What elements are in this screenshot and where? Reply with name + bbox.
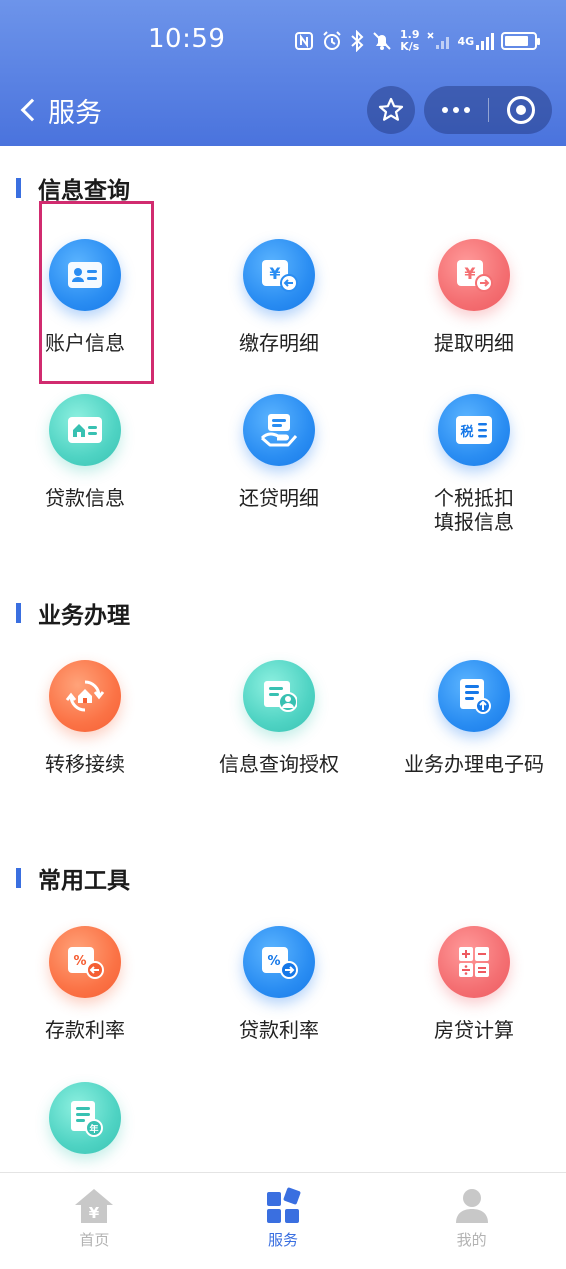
nav-bar: 服务 [0, 80, 566, 140]
miniapp-capsule [424, 86, 552, 134]
item-label: 还贷明细 [239, 486, 319, 510]
hand-repay-icon [243, 394, 315, 466]
service-item-mortgage-calculator[interactable]: 房贷计算 [379, 926, 566, 1042]
tab-mine[interactable]: 我的 [377, 1173, 566, 1269]
item-label: 提取明细 [434, 331, 514, 355]
net-speed-unit: K/s [400, 40, 420, 53]
item-label: 个税抵扣填报信息 [434, 486, 514, 534]
service-item-annual-statement[interactable]: 年 [0, 1082, 180, 1174]
percent-in-icon: % [49, 926, 121, 998]
section-accent-bar [16, 603, 21, 623]
alarm-icon [321, 30, 343, 52]
status-bar: 10:59 1.9 K/s 4G [0, 0, 566, 80]
section-title-info-query: 信息查询 [16, 172, 130, 204]
nfc-icon [294, 31, 314, 51]
highlight-box [39, 201, 154, 384]
service-item-loan-info[interactable]: 贷款信息 [0, 394, 180, 510]
item-label: 房贷计算 [434, 1018, 514, 1042]
svg-text:¥: ¥ [89, 1204, 100, 1222]
back-button[interactable]: 服务 [18, 88, 102, 132]
service-item-loan-rate[interactable]: % 贷款利率 [184, 926, 374, 1042]
section-title-business: 业务办理 [16, 597, 130, 629]
service-item-e-code[interactable]: 业务办理电子码 [379, 660, 566, 776]
home-yuan-icon: ¥ [75, 1189, 114, 1223]
svg-text:%: % [73, 954, 86, 969]
service-item-repay-detail[interactable]: 还贷明细 [184, 394, 374, 510]
mute-bell-icon [371, 30, 393, 52]
close-miniapp-button[interactable] [489, 86, 552, 134]
no-sim-signal-icon [426, 31, 451, 51]
svg-text:¥: ¥ [269, 264, 280, 283]
svg-text:%: % [267, 954, 280, 969]
authorize-user-icon [243, 660, 315, 732]
item-label: 存款利率 [45, 1018, 125, 1042]
net-speed: 1.9 K/s [400, 29, 420, 53]
cell-signal-icon: 4G [458, 32, 495, 50]
calculator-icon [438, 926, 510, 998]
section-accent-bar [16, 178, 21, 198]
service-item-deposit-rate[interactable]: % 存款利率 [0, 926, 180, 1042]
battery-icon [501, 32, 541, 50]
page-title: 服务 [48, 97, 102, 129]
year-badge-text: 年 [89, 1123, 98, 1135]
service-item-deposit-detail[interactable]: ¥ 缴存明细 [184, 239, 374, 355]
year-document-icon: 年 [49, 1082, 121, 1154]
tab-label: 首页 [79, 1231, 110, 1249]
bottom-tab-bar: ¥ 首页 服务 我的 [0, 1172, 566, 1269]
transfer-house-icon [49, 660, 121, 732]
section-title-tools: 常用工具 [16, 862, 130, 894]
document-upload-icon [438, 660, 510, 732]
favorite-button[interactable] [367, 86, 415, 134]
status-time: 10:59 [148, 24, 226, 54]
house-card-icon [49, 394, 121, 466]
section-accent-bar [16, 868, 21, 888]
yuan-deposit-icon: ¥ [243, 239, 315, 311]
service-item-withdraw-detail[interactable]: ¥ 提取明细 [379, 239, 566, 355]
item-label: 贷款信息 [45, 486, 125, 510]
tax-icon: 税 [438, 394, 510, 466]
tab-home[interactable]: ¥ 首页 [0, 1173, 189, 1269]
svg-text:¥: ¥ [464, 264, 475, 283]
network-type: 4G [457, 34, 475, 48]
item-label: 业务办理电子码 [404, 752, 544, 776]
status-icons: 1.9 K/s 4G [294, 26, 541, 56]
target-icon [506, 96, 535, 124]
item-label: 转移接续 [45, 752, 125, 776]
chevron-left-icon [20, 98, 44, 122]
percent-out-icon: % [243, 926, 315, 998]
tab-label: 我的 [456, 1231, 487, 1249]
grid-icon [266, 1187, 301, 1223]
item-label: 贷款利率 [239, 1018, 319, 1042]
header: 10:59 1.9 K/s 4G 服务 [0, 0, 566, 146]
tab-service[interactable]: 服务 [189, 1173, 378, 1269]
user-icon [455, 1189, 488, 1223]
service-item-transfer[interactable]: 转移接续 [0, 660, 180, 776]
tax-badge-text: 税 [460, 424, 473, 440]
yuan-withdraw-icon: ¥ [438, 239, 510, 311]
tab-label: 服务 [267, 1231, 298, 1249]
item-label: 缴存明细 [239, 331, 319, 355]
service-item-query-authorization[interactable]: 信息查询授权 [184, 660, 374, 776]
bluetooth-icon [350, 30, 364, 52]
more-button[interactable] [424, 86, 488, 134]
service-item-tax-deduction[interactable]: 税 个税抵扣填报信息 [379, 394, 566, 534]
item-label: 信息查询授权 [219, 752, 339, 776]
star-icon [378, 97, 404, 121]
